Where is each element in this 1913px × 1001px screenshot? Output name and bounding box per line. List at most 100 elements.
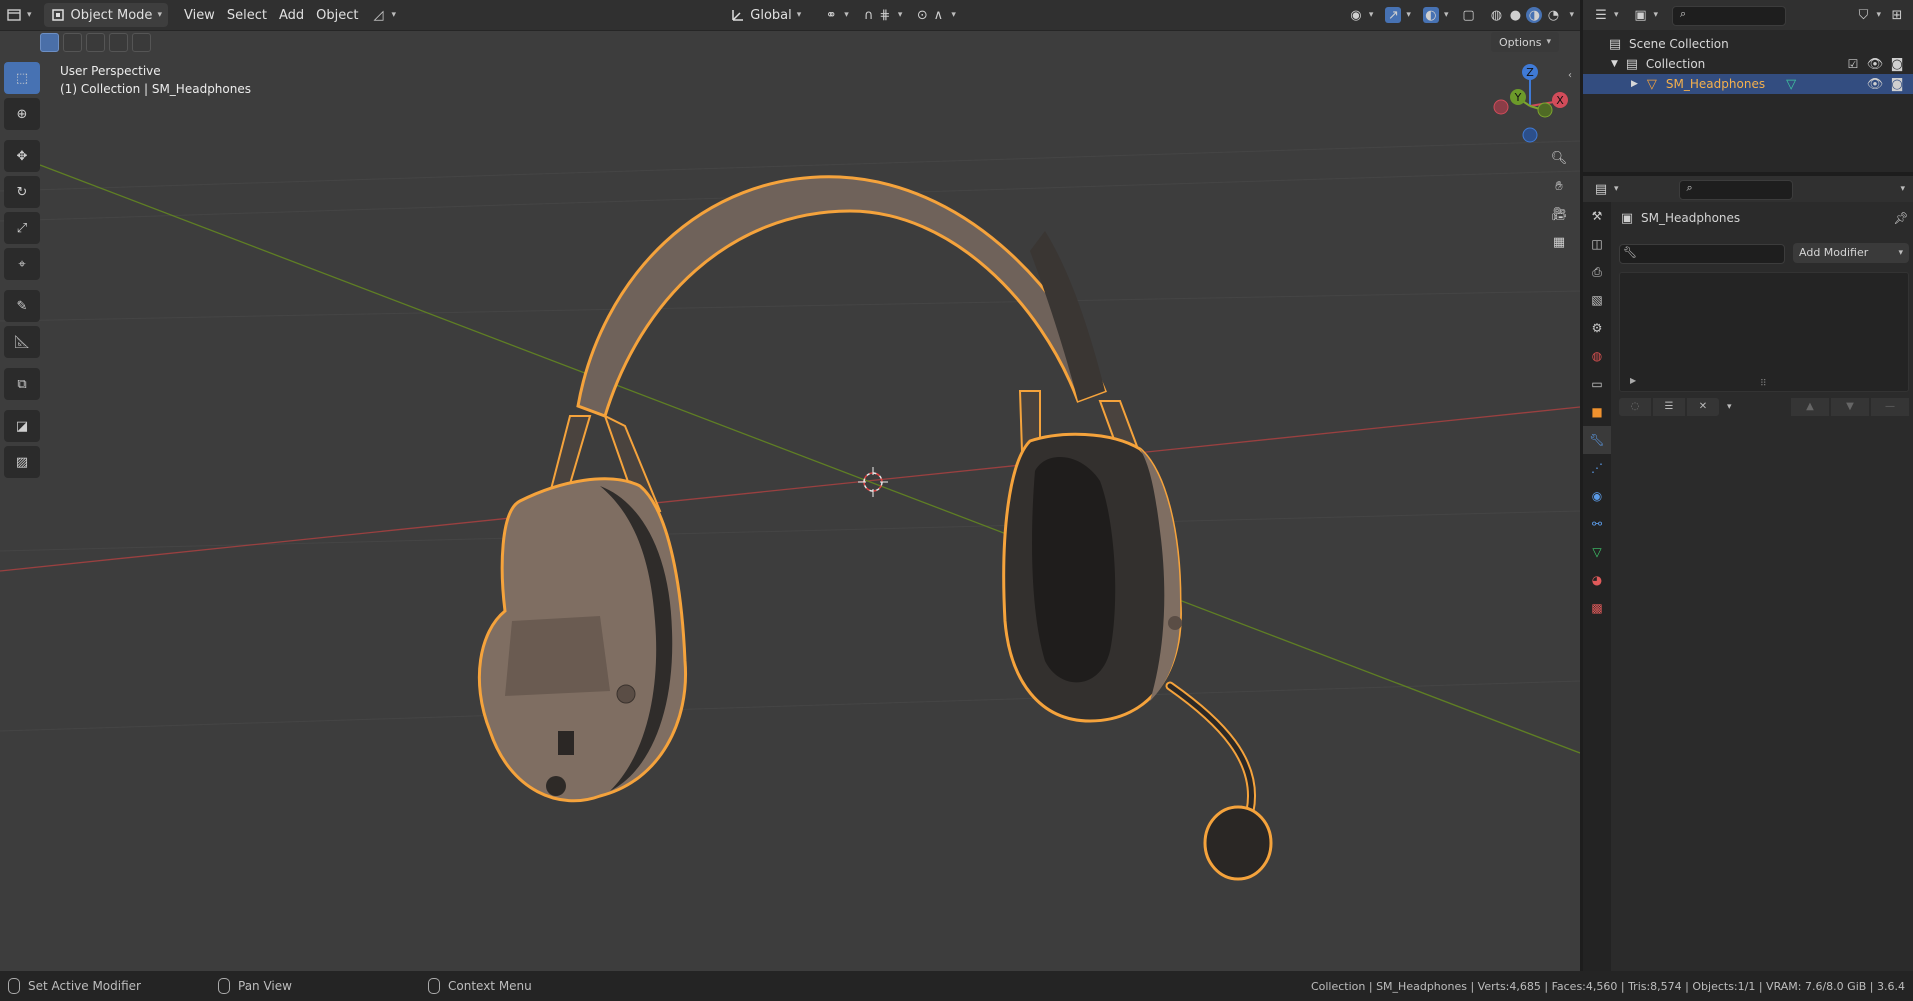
menu-add[interactable]: Add — [273, 3, 310, 27]
tool-scale[interactable]: ⤢ — [4, 212, 40, 244]
menu-object[interactable]: Object — [310, 3, 364, 27]
tool-shelf: ⬚ ⊕ ✥ ↻ ⤢ ⌖ ✎ 📐︎ ⧉ ◪ ▨ — [4, 62, 42, 482]
tab-collection[interactable]: ▭ — [1583, 370, 1611, 398]
tab-object[interactable]: ■ — [1583, 398, 1611, 426]
checkbox-icon[interactable]: ☑ — [1845, 56, 1861, 72]
overlay-toggle[interactable]: ◐ ▾ — [1417, 3, 1455, 27]
menu-view[interactable]: View — [178, 3, 221, 27]
outliner-type-icon[interactable]: ☰ — [1593, 7, 1609, 23]
expand-arrow-icon[interactable]: ▶ — [1631, 79, 1638, 89]
list-toggle-button[interactable]: ◌ — [1619, 397, 1651, 416]
wireframe-shading-icon[interactable]: ◍ — [1488, 7, 1504, 23]
tool-select-box[interactable]: ⬚ — [4, 62, 40, 94]
tool-measure[interactable]: 📐︎ — [4, 326, 40, 358]
select-invert-button[interactable] — [109, 33, 128, 52]
ortho-toggle-button[interactable]: ▦ — [1545, 228, 1573, 256]
tab-data[interactable]: ▽ — [1583, 538, 1611, 566]
new-collection-icon[interactable]: ⊞ — [1889, 7, 1905, 23]
tool-annotate[interactable]: ✎ — [4, 290, 40, 322]
eye-icon[interactable]: 👁︎ — [1867, 76, 1884, 92]
move-up-button[interactable]: ▲ — [1791, 397, 1829, 416]
move-down-button[interactable]: ▼ — [1831, 397, 1869, 416]
list-remove-button[interactable]: ✕ — [1687, 397, 1719, 416]
select-intersect-button[interactable] — [132, 33, 151, 52]
editor-type-button[interactable]: ▾ — [0, 3, 38, 27]
rendered-shading-icon[interactable]: ◔ — [1545, 7, 1561, 23]
outliner-panel: ☰ ▾ ▣ ▾ ⌕ ⛉ ▾ ⊞ ▤ Scene Collection ▼ ▤ Coll… — [1583, 0, 1913, 172]
tab-scene[interactable]: ⚙ — [1583, 314, 1611, 342]
tool-transform[interactable]: ⌖ — [4, 248, 40, 280]
image-icon: ▨ — [15, 454, 29, 470]
status-left-label: Set Active Modifier — [28, 979, 141, 993]
select-subtract-button[interactable] — [86, 33, 105, 52]
remove-button[interactable]: — — [1871, 397, 1909, 416]
outliner-row-object[interactable]: ▶ ▽ SM_Headphones ▽ 👁︎ ◙ — [1583, 74, 1913, 94]
zoom-button[interactable]: 🔍︎ — [1545, 144, 1573, 172]
world-tab-icon: ◍ — [1591, 349, 1603, 363]
headphones-model[interactable] — [477, 175, 1273, 881]
camera-render-icon[interactable]: ◙ — [1889, 76, 1905, 92]
mesh-object-icon: ▽ — [1646, 76, 1657, 92]
shear-icon: ◪ — [15, 418, 29, 434]
gp-dropdown[interactable]: ◿ ▾ — [364, 3, 402, 27]
properties-type-icon[interactable]: ▤ — [1593, 181, 1609, 197]
list-menu-dropdown[interactable]: ▾ — [1727, 402, 1732, 412]
orientation-dropdown[interactable]: Global ▾ — [723, 3, 807, 27]
snap-toggle[interactable]: ∩ ⋕ ▾ — [855, 3, 909, 27]
pan-button[interactable]: ✋︎ — [1545, 172, 1573, 200]
filter-icon[interactable]: ⛉ — [1855, 7, 1871, 23]
solid-shading-icon[interactable]: ● — [1507, 7, 1523, 23]
outliner-row-scene-collection[interactable]: ▤ Scene Collection — [1583, 34, 1913, 54]
select-extend-button[interactable] — [63, 33, 82, 52]
proportional-toggle[interactable]: ⊙ ∧ ▾ — [908, 3, 962, 27]
tab-output[interactable]: ⎙ — [1583, 258, 1611, 286]
mode-dropdown[interactable]: Object Mode ▾ — [43, 3, 168, 27]
tab-physics[interactable]: ◉ — [1583, 482, 1611, 510]
modifier-list[interactable]: ▶ ⠿ — [1619, 271, 1909, 392]
visibility-dropdown[interactable]: ◉ ▾ — [1342, 3, 1380, 27]
material-shading-icon[interactable]: ◑ — [1526, 7, 1543, 23]
properties-options-dropdown[interactable]: ▾ — [1900, 184, 1905, 194]
expand-arrow-icon[interactable]: ▶ — [1630, 376, 1636, 385]
tool-cursor[interactable]: ⊕ — [4, 98, 40, 130]
display-mode-icon[interactable]: ▣ — [1633, 7, 1649, 23]
pivot-dropdown[interactable]: ⚭ ▾ — [817, 3, 855, 27]
select-mode-bar — [40, 33, 151, 53]
resize-handle-icon[interactable]: ⠿ — [1760, 379, 1767, 389]
expand-arrow-icon[interactable]: ▼ — [1611, 59, 1618, 69]
outliner-row-collection[interactable]: ▼ ▤ Collection ☑ 👁︎ ◙ — [1583, 54, 1913, 74]
menu-select[interactable]: Select — [221, 3, 273, 27]
sidebar-toggle[interactable]: ‹ — [1568, 70, 1572, 81]
tab-tool[interactable]: ⚒ — [1583, 202, 1611, 230]
shading-buttons[interactable]: ◍ ● ◑ ◔ ▾ — [1482, 3, 1580, 27]
navigation-gizmo[interactable]: Z Y X — [1493, 64, 1568, 143]
tab-view-layer[interactable]: ▧ — [1583, 286, 1611, 314]
add-modifier-dropdown[interactable]: Add Modifier ▾ — [1793, 242, 1909, 263]
tab-modifiers[interactable]: 🔧︎ — [1583, 426, 1611, 454]
tab-material[interactable]: ◕ — [1583, 566, 1611, 594]
select-new-button[interactable] — [40, 33, 59, 52]
tab-render[interactable]: ◫ — [1583, 230, 1611, 258]
3d-cursor-icon[interactable] — [858, 467, 888, 497]
tool-shear[interactable]: ◪ — [4, 410, 40, 442]
tool-rotate[interactable]: ↻ — [4, 176, 40, 208]
options-dropdown[interactable]: Options ▾ — [1491, 32, 1559, 52]
mode-label: Object Mode — [70, 7, 153, 23]
tool-image[interactable]: ▨ — [4, 446, 40, 478]
3d-viewport[interactable]: Z Y X — [0, 31, 1580, 971]
tool-move[interactable]: ✥ — [4, 140, 40, 172]
eye-icon[interactable]: 👁︎ — [1867, 56, 1884, 72]
xray-toggle[interactable]: ▢ — [1454, 3, 1482, 27]
modifier-search-input[interactable] — [1619, 243, 1785, 264]
camera-render-icon[interactable]: ◙ — [1889, 56, 1905, 72]
tab-texture[interactable]: ▩ — [1583, 594, 1611, 622]
list-apply-button[interactable]: ☰ — [1653, 397, 1685, 416]
tab-constraints[interactable]: ⚯ — [1583, 510, 1611, 538]
tool-add-cube[interactable]: ⧉ — [4, 368, 40, 400]
tab-particles[interactable]: ⋰ — [1583, 454, 1611, 482]
tab-world[interactable]: ◍ — [1583, 342, 1611, 370]
gizmo-toggle[interactable]: ↗ ▾ — [1379, 3, 1417, 27]
camera-view-button[interactable]: 🎥︎ — [1545, 200, 1573, 228]
modifier-list-controls: ◌ ☰ ✕ ▾ ▲ ▼ — — [1619, 397, 1909, 416]
pin-icon[interactable]: 📌︎ — [1893, 210, 1909, 226]
